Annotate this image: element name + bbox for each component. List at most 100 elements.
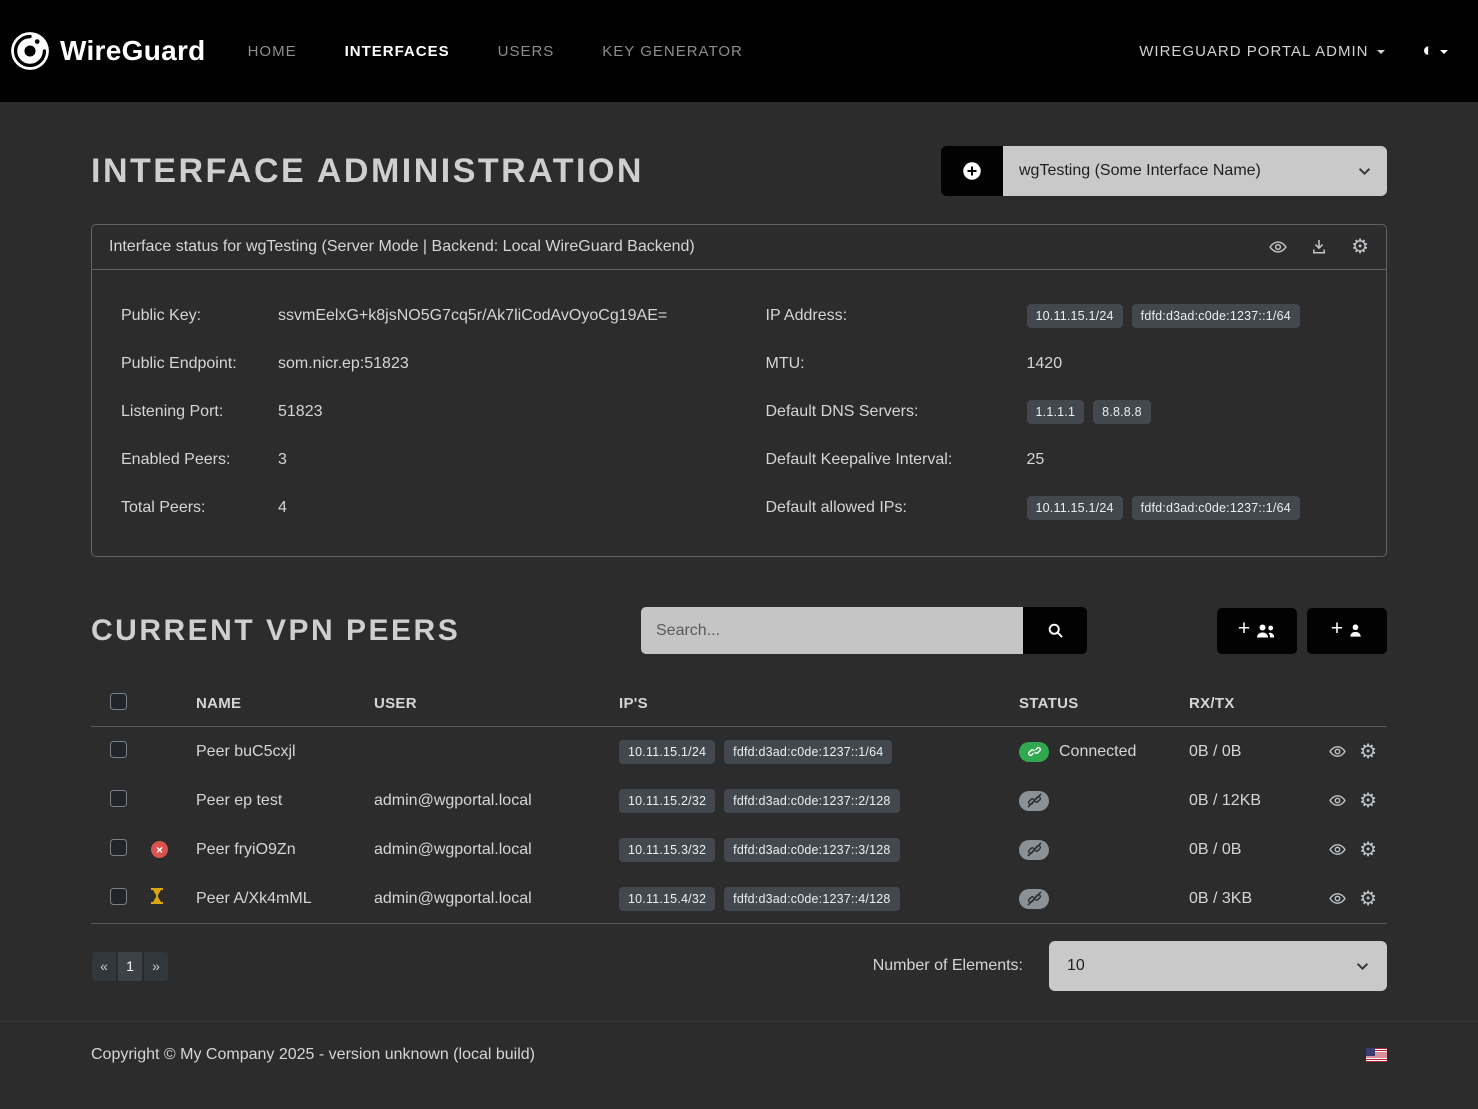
ip-badge: fdfd:d3ad:c0de:1237::1/64 [1132,496,1300,520]
peer-user: admin@wgportal.local [374,792,619,810]
peer-status: Connected [1019,742,1189,762]
pagination: « 1 » [91,951,169,982]
search-button[interactable] [1023,607,1087,654]
add-peer-button[interactable]: + [1307,608,1387,654]
edit-peer-icon[interactable]: ⚙ [1359,742,1377,762]
search-icon [1047,622,1064,639]
peer-rxtx: 0B / 0B [1189,743,1309,761]
ip-badge: 8.8.8.8 [1093,400,1151,424]
add-multiple-peers-button[interactable]: + [1217,608,1297,654]
select-all-checkbox[interactable] [110,693,127,710]
search-input[interactable] [641,607,1023,654]
header-name: NAME [196,695,374,712]
info-value: 10.11.15.1/24fdfd:d3ad:c0de:1237::1/64 [1027,499,1309,517]
users-icon [1255,623,1276,639]
info-value: 3 [278,451,287,469]
nav-item-users[interactable]: USERS [498,43,555,60]
us-flag-icon[interactable] [1366,1048,1387,1062]
ip-badge: 1.1.1.1 [1027,400,1085,424]
peer-checkbox[interactable] [110,888,127,905]
brand[interactable]: WireGuard [10,31,206,71]
plus-icon: + [1238,617,1250,641]
nav-item-home[interactable]: HOME [248,43,297,60]
elements-select-value: 10 [1067,957,1085,975]
link-slash-icon [1019,889,1049,909]
user-menu[interactable]: WIREGUARD PORTAL ADMIN [1139,43,1384,60]
info-label: Default DNS Servers: [766,403,1027,421]
info-row: Public Key:ssvmEelxG+k8jsNO5G7cq5r/Ak7li… [121,292,742,340]
info-value: 51823 [278,403,323,421]
peer-ips: 10.11.15.3/32fdfd:d3ad:c0de:1237::3/128 [619,841,1019,859]
top-navbar: WireGuard HOME INTERFACES USERS KEY GENERAT… [0,0,1478,102]
view-peer-icon[interactable] [1329,889,1346,909]
peer-status [1019,840,1189,860]
peer-checkbox[interactable] [110,790,127,807]
interface-info-right: IP Address:10.11.15.1/24fdfd:d3ad:c0de:1… [742,292,1387,532]
view-peer-icon[interactable] [1329,791,1346,811]
expired-icon: × [151,841,168,858]
elements-label: Number of Elements: [873,957,1023,975]
peer-rxtx: 0B / 0B [1189,841,1309,859]
page-footer: Copyright © My Company 2025 - version un… [0,1021,1478,1094]
info-label: Public Endpoint: [121,355,278,373]
theme-icon: ◐ [1423,40,1434,62]
brand-name: WireGuard [60,35,206,67]
edit-peer-icon[interactable]: ⚙ [1359,840,1377,860]
ip-badge: fdfd:d3ad:c0de:1237::2/128 [724,789,899,813]
view-peer-icon[interactable] [1329,840,1346,860]
ip-badge: fdfd:d3ad:c0de:1237::3/128 [724,838,899,862]
plus-circle-icon [962,161,982,181]
peer-checkbox[interactable] [110,839,127,856]
info-value: 1420 [1027,355,1063,373]
view-config-icon[interactable] [1269,238,1287,256]
ip-badge: fdfd:d3ad:c0de:1237::4/128 [724,887,899,911]
peer-row: Peer A/Xk4mMLadmin@wgportal.local10.11.1… [91,874,1387,923]
info-value: 25 [1027,451,1045,469]
pagination-next[interactable]: » [143,951,169,982]
user-menu-label: WIREGUARD PORTAL ADMIN [1139,43,1368,60]
add-interface-button[interactable] [941,146,1003,196]
card-title: Interface status for wgTesting (Server M… [109,238,695,256]
info-row: Default allowed IPs:10.11.15.1/24fdfd:d3… [766,484,1387,532]
info-label: Total Peers: [121,499,278,517]
peer-row: Peer buC5cxjl10.11.15.1/24fdfd:d3ad:c0de… [91,727,1387,776]
info-label: Default allowed IPs: [766,499,1027,517]
pagination-prev[interactable]: « [91,951,117,982]
peer-name[interactable]: Peer ep test [196,792,374,810]
info-value: 1.1.1.1 8.8.8.8 [1027,403,1160,421]
hourglass-icon [151,888,163,904]
peer-rxtx: 0B / 3KB [1189,890,1309,908]
nav-item-key-generator[interactable]: KEY GENERATOR [602,43,743,60]
peer-status [1019,791,1189,811]
view-peer-icon[interactable] [1329,742,1346,762]
edit-interface-icon[interactable]: ⚙ [1351,237,1369,257]
edit-peer-icon[interactable]: ⚙ [1359,791,1377,811]
info-label: Listening Port: [121,403,278,421]
peer-checkbox[interactable] [110,741,127,758]
peer-row: Peer ep testadmin@wgportal.local10.11.15… [91,776,1387,825]
peer-name[interactable]: Peer A/Xk4mML [196,890,374,908]
elements-select[interactable]: 10 [1049,941,1387,991]
peer-status [1019,889,1189,909]
download-config-icon[interactable] [1311,239,1327,255]
info-label: MTU: [766,355,1027,373]
theme-toggle[interactable]: ◐ [1423,40,1448,62]
info-value: som.nicr.ep:51823 [278,355,409,373]
ip-badge: 10.11.15.4/32 [619,887,715,911]
info-value: 4 [278,499,287,517]
status-label: Connected [1059,743,1136,761]
nav-item-interfaces[interactable]: INTERFACES [345,43,450,60]
link-slash-icon [1019,840,1049,860]
ip-badge: 10.11.15.1/24 [1027,304,1123,328]
interface-info-left: Public Key:ssvmEelxG+k8jsNO5G7cq5r/Ak7li… [92,292,742,532]
interface-select[interactable]: wgTesting (Some Interface Name) [1003,146,1387,196]
info-label: IP Address: [766,307,1027,325]
info-label: Public Key: [121,307,278,325]
nav-list: HOME INTERFACES USERS KEY GENERATOR [248,43,743,60]
user-icon [1348,623,1363,638]
caret-down-icon [1377,50,1385,54]
peer-name[interactable]: Peer fryiO9Zn [196,841,374,859]
peer-name[interactable]: Peer buC5cxjl [196,743,374,761]
edit-peer-icon[interactable]: ⚙ [1359,889,1377,909]
pagination-page-1[interactable]: 1 [117,951,143,982]
